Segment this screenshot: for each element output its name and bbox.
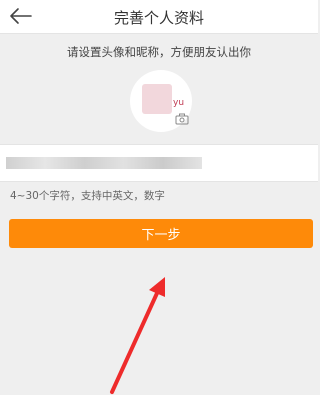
avatar[interactable]: yu [130,70,192,132]
avatar-hint: 请设置头像和昵称，方便朋友认出你 [67,45,251,59]
nickname-input[interactable] [0,145,318,181]
camera-icon[interactable] [175,113,189,125]
nickname-hint: 4~30个字符，支持中英文，数字 [10,190,165,202]
page-title: 完善个人资料 [113,9,204,27]
avatar-section: 请设置头像和昵称，方便朋友认出你 yu [0,34,318,144]
avatar-text: yu [173,98,185,108]
avatar-image [142,84,172,114]
next-button[interactable]: 下一步 [9,219,313,248]
top-bar: 完善个人资料 [0,0,318,34]
nickname-row [0,144,318,182]
